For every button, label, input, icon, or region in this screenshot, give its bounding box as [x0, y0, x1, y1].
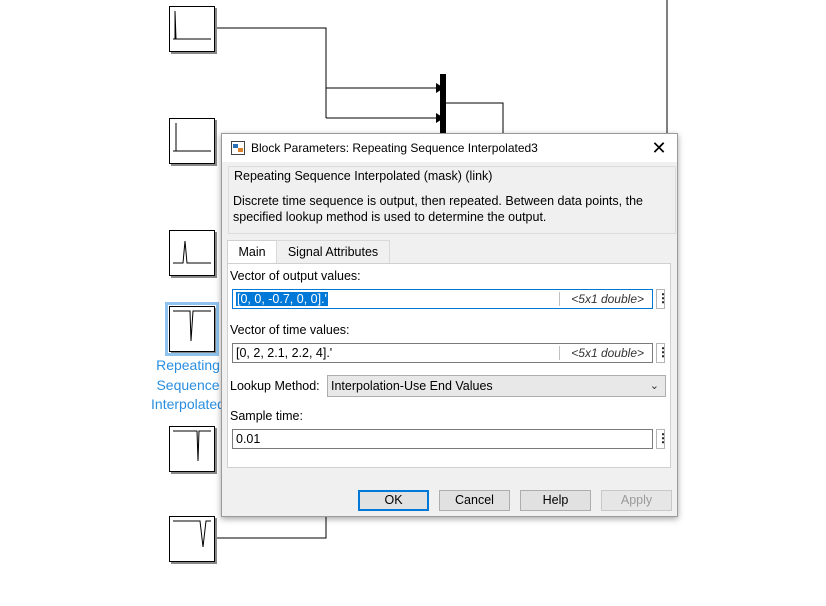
help-button[interactable]: Help [520, 490, 591, 511]
field-separator [559, 346, 560, 360]
field-separator [559, 292, 560, 306]
sample-time-text: 0.01 [236, 432, 261, 446]
repeating-sequence-block-3[interactable] [169, 230, 215, 276]
time-values-field[interactable]: [0, 2, 2.1, 2.2, 4].' <5x1 double> [232, 343, 653, 363]
output-values-field[interactable]: [0, 0, -0.7, 0, 0].' <5x1 double> [232, 289, 653, 309]
time-values-label: Vector of time values: [230, 323, 350, 337]
output-values-label: Vector of output values: [230, 269, 361, 283]
output-values-dimension: <5x1 double> [571, 292, 644, 306]
mask-title: Repeating Sequence Interpolated (mask) (… [234, 169, 493, 183]
main-tab-panel: Vector of output values: [0, 0, -0.7, 0,… [227, 263, 671, 468]
lookup-method-select[interactable]: Interpolation-Use End Values ⌄ [327, 375, 666, 397]
cancel-button[interactable]: Cancel [439, 490, 510, 511]
close-icon[interactable]: ✕ [647, 138, 671, 158]
repeating-sequence-block-2[interactable] [169, 118, 215, 164]
tab-main[interactable]: Main [227, 240, 277, 265]
chevron-down-icon: ⌄ [649, 380, 659, 392]
tab-signal-attributes[interactable]: Signal Attributes [276, 240, 390, 263]
sample-time-label: Sample time: [230, 409, 303, 423]
repeating-sequence-block-selected[interactable] [165, 302, 219, 356]
mask-description: Discrete time sequence is output, then r… [233, 194, 643, 224]
repeating-sequence-block-1[interactable] [169, 6, 215, 52]
sample-time-field[interactable]: 0.01 [232, 429, 653, 449]
mask-description-group: Repeating Sequence Interpolated (mask) (… [228, 166, 676, 234]
time-values-menu-icon[interactable]: ⋮ [656, 343, 669, 363]
repeating-sequence-block-6[interactable] [169, 516, 215, 562]
time-values-dimension: <5x1 double> [571, 346, 644, 360]
sample-time-menu-icon[interactable]: ⋮ [656, 429, 669, 449]
block-parameters-dialog: Block Parameters: Repeating Sequence Int… [221, 133, 678, 517]
output-values-menu-icon[interactable]: ⋮ [656, 289, 669, 309]
lookup-method-label: Lookup Method: [230, 379, 320, 393]
ok-button[interactable]: OK [358, 490, 429, 511]
time-values-text: [0, 2, 2.1, 2.2, 4].' [236, 346, 333, 360]
apply-button[interactable]: Apply [601, 490, 672, 511]
simulink-block-icon [231, 141, 245, 155]
repeating-sequence-block-5[interactable] [169, 426, 215, 472]
lookup-method-value: Interpolation-Use End Values [331, 379, 493, 393]
dialog-title: Block Parameters: Repeating Sequence Int… [251, 141, 538, 155]
dialog-titlebar[interactable]: Block Parameters: Repeating Sequence Int… [222, 134, 677, 162]
output-values-text: [0, 0, -0.7, 0, 0].' [236, 292, 328, 306]
